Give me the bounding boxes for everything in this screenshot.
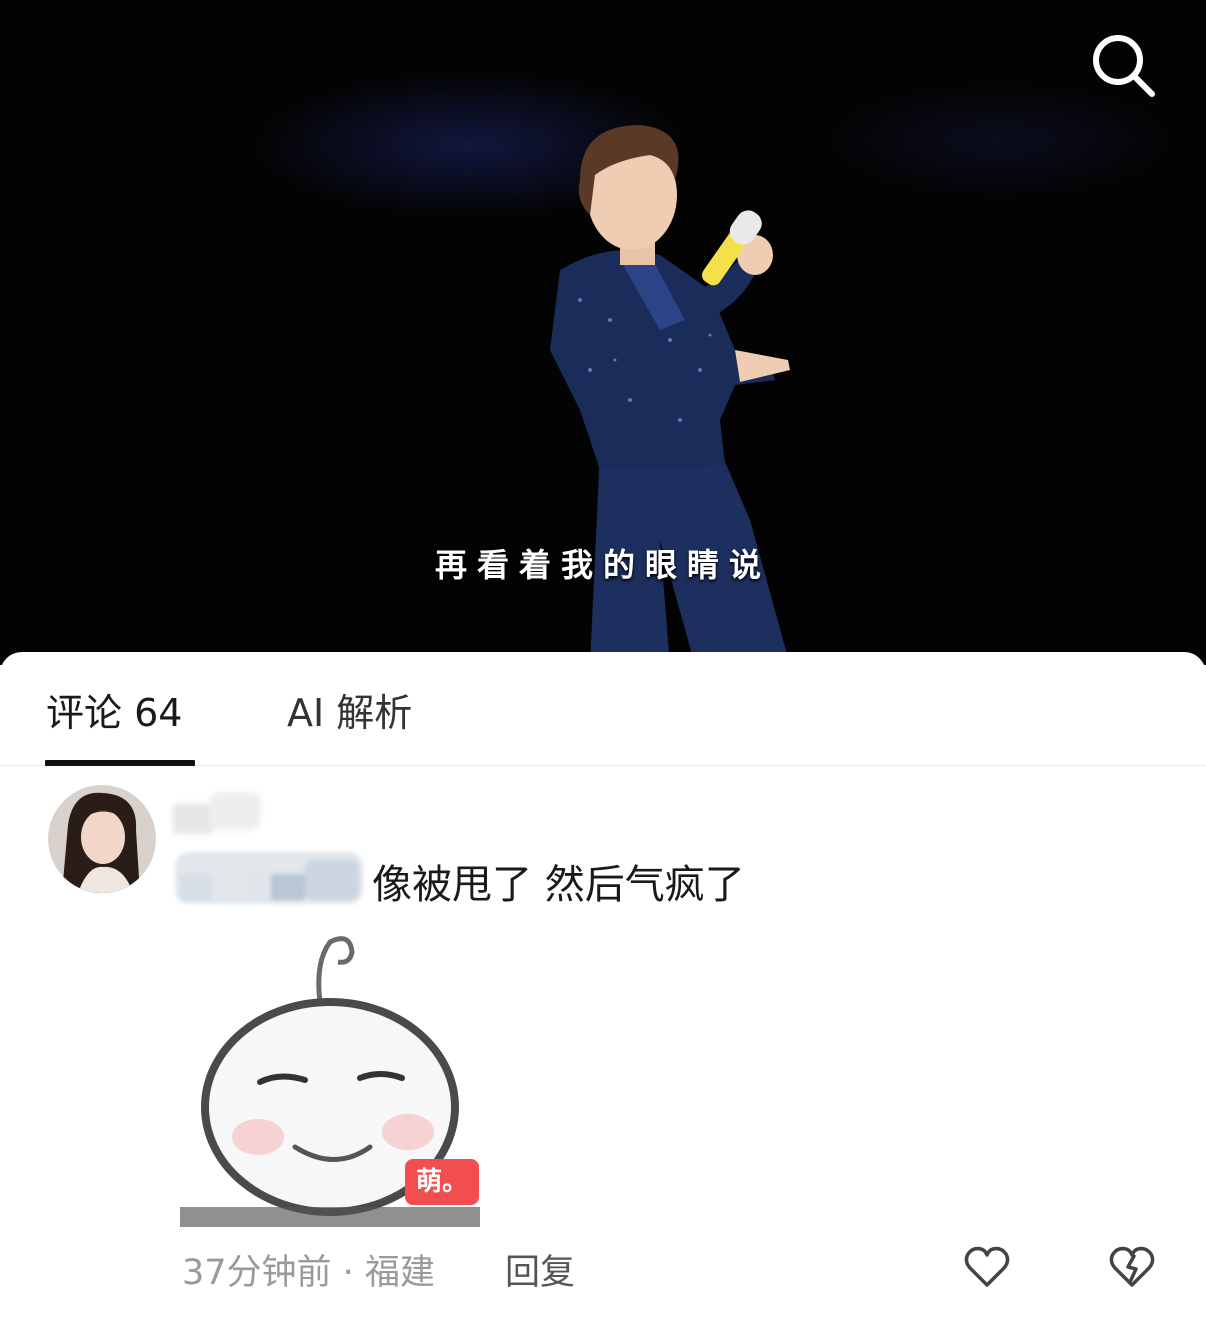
video-subtitle: 再看着我的眼睛说 — [434, 546, 771, 584]
reply-button[interactable]: 回复 — [505, 1244, 575, 1295]
like-button[interactable] — [962, 1242, 1012, 1292]
tab-active-indicator — [45, 760, 195, 766]
video-player[interactable]: 再看着我的眼睛说 — [0, 0, 1206, 665]
avatar[interactable] — [48, 785, 156, 893]
comment-text: 像被甩了 然后气疯了 — [372, 862, 745, 908]
sticker-badge: 萌。 — [405, 1159, 479, 1205]
heart-outline-icon — [964, 1246, 1010, 1287]
search-button[interactable] — [1088, 30, 1158, 100]
tab-comments[interactable]: 评论 64 — [46, 682, 182, 737]
search-icon — [1093, 35, 1155, 97]
username-redacted — [173, 792, 261, 834]
comment-meta-time-location: 37分钟前 · 福建 — [182, 1253, 435, 1293]
reply-target-redacted — [175, 852, 363, 904]
broken-heart-icon — [1109, 1246, 1155, 1287]
avatar-image — [48, 785, 156, 893]
dislike-button[interactable] — [1107, 1242, 1157, 1292]
comment-sheet: 评论 64 AI 解析 像被甩了 然后气疯了 萌。 37分钟前 · 福建 回复 — [0, 652, 1206, 1325]
tab-bar: 评论 64 AI 解析 — [0, 652, 1206, 766]
tab-ai-analysis[interactable]: AI 解析 — [287, 682, 412, 737]
